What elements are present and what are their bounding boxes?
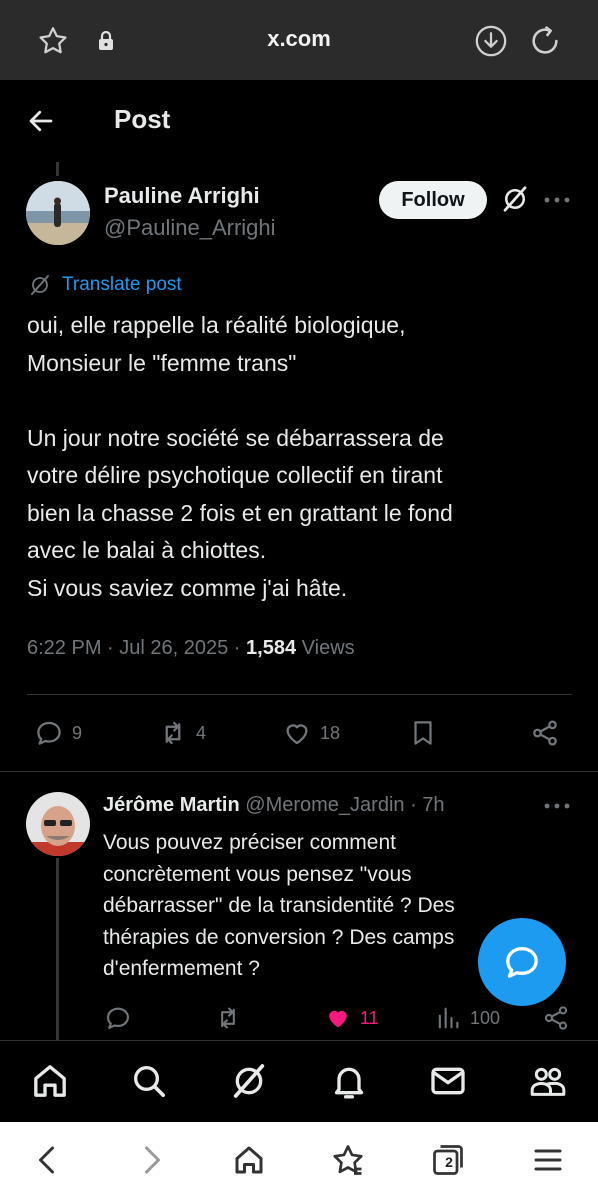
reply-icon	[37, 721, 61, 745]
forward-icon[interactable]	[133, 1142, 169, 1178]
compose-reply-button[interactable]	[478, 918, 566, 1006]
search-icon[interactable]	[129, 1061, 169, 1101]
reply-avatar[interactable]	[26, 792, 90, 856]
post-text: oui, elle rappelle la réalité biologique…	[27, 312, 453, 601]
more-icon[interactable]	[543, 194, 571, 206]
home-icon[interactable]	[231, 1142, 267, 1178]
messages-icon[interactable]	[428, 1061, 468, 1101]
reply-age[interactable]: 7h	[422, 794, 444, 816]
menu-icon[interactable]	[530, 1142, 566, 1178]
reply-author-handle[interactable]: @Merome_Jardin	[245, 794, 404, 816]
reply-views-count: 100	[470, 1007, 501, 1028]
like-icon	[329, 1010, 347, 1028]
grok-icon[interactable]	[500, 184, 530, 214]
share-icon	[544, 1006, 568, 1030]
thread-connector	[56, 162, 59, 176]
chat-icon	[506, 947, 538, 978]
reply-views-button[interactable]: 100	[434, 1004, 500, 1032]
reply-author[interactable]: Jérôme Martin @Merome_Jardin · 7h	[103, 794, 445, 817]
back-arrow-icon[interactable]	[26, 106, 56, 136]
avatar[interactable]	[26, 181, 90, 245]
tabs-button[interactable]: 2	[430, 1142, 466, 1178]
post-date[interactable]: Jul 26, 2025	[119, 637, 228, 659]
tab-count: 2	[445, 1154, 453, 1170]
address-bar[interactable]: x.com	[0, 26, 598, 52]
follow-button[interactable]: Follow	[379, 181, 487, 219]
repost-icon	[165, 721, 181, 745]
reload-icon[interactable]	[528, 24, 562, 58]
repost-count: 4	[196, 722, 207, 743]
reply-text: Vous pouvez préciser comment concrètemen…	[103, 831, 455, 980]
repost-button[interactable]: 4	[158, 718, 206, 748]
favorites-icon[interactable]	[330, 1142, 366, 1178]
more-icon[interactable]	[543, 800, 571, 812]
communities-icon[interactable]	[528, 1061, 568, 1101]
share-icon	[533, 720, 557, 746]
views-count: 1,584	[246, 637, 297, 659]
translate-icon	[31, 275, 49, 295]
author-handle[interactable]: @Pauline_Arrighi	[104, 215, 276, 241]
reply-repost-button[interactable]	[214, 1004, 250, 1032]
reply-like-count: 11	[360, 1007, 379, 1028]
post-meta: 6:22 PM · Jul 26, 2025 · 1,584 Views	[27, 637, 355, 659]
author-name[interactable]: Pauline Arrighi	[104, 183, 260, 209]
reply-like-button[interactable]: 11	[324, 1004, 379, 1032]
views-icon	[438, 1007, 459, 1029]
reply-icon	[107, 1007, 129, 1029]
browser-bottom-bar: 2	[0, 1122, 598, 1200]
bottom-nav	[0, 1040, 598, 1122]
reply-author-name[interactable]: Jérôme Martin	[103, 794, 240, 816]
bookmark-button[interactable]	[408, 718, 446, 748]
reply-reply-button[interactable]	[104, 1004, 140, 1032]
thread-line	[56, 858, 59, 1040]
bookmark-icon	[414, 721, 432, 745]
reply-count: 9	[72, 722, 83, 743]
divider	[0, 771, 598, 772]
like-icon	[286, 724, 308, 745]
translate-label: Translate post	[62, 274, 182, 295]
post-header: Post	[0, 80, 598, 160]
back-icon[interactable]	[30, 1142, 66, 1178]
download-icon[interactable]	[474, 24, 508, 58]
post-time[interactable]: 6:22 PM	[27, 637, 101, 659]
translate-post-link[interactable]: Translate post	[28, 272, 182, 298]
like-button[interactable]: 18	[282, 718, 340, 748]
notifications-icon[interactable]	[329, 1061, 369, 1101]
reply-button[interactable]: 9	[34, 718, 82, 748]
reply-share-button[interactable]	[542, 1004, 578, 1032]
like-count: 18	[320, 722, 341, 743]
grok-icon[interactable]	[229, 1061, 269, 1101]
home-icon[interactable]	[30, 1061, 70, 1101]
share-button[interactable]	[530, 718, 568, 748]
browser-top-bar: x.com	[0, 0, 598, 80]
divider	[27, 694, 572, 695]
views-label: Views	[301, 637, 355, 659]
page-title: Post	[114, 104, 171, 134]
repost-icon	[221, 1007, 235, 1029]
